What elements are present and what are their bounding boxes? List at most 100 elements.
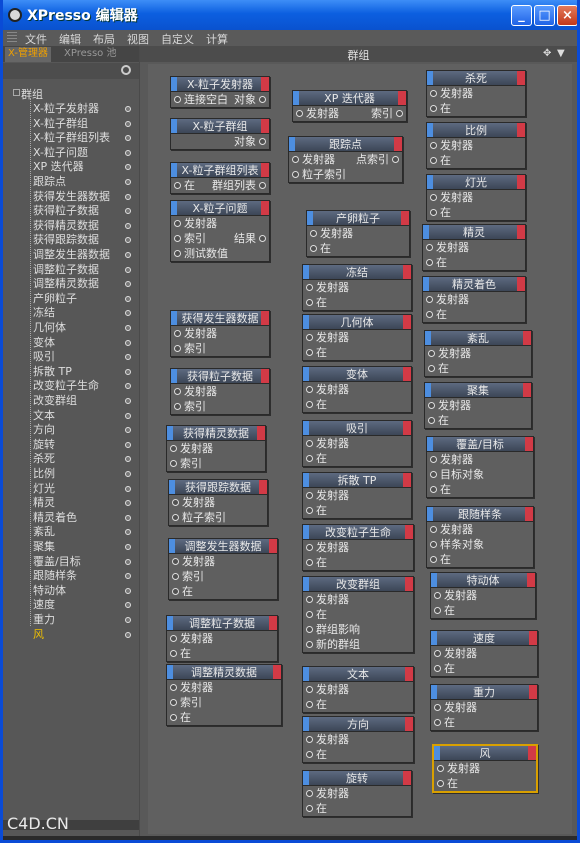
input-port-icon[interactable] bbox=[434, 665, 441, 672]
visibility-dot-icon[interactable] bbox=[125, 558, 131, 565]
visibility-dot-icon[interactable] bbox=[125, 471, 131, 477]
xpresso-node[interactable]: 旋转 发射器在 bbox=[302, 770, 412, 817]
tree-item[interactable]: 获得粒子数据 bbox=[3, 204, 139, 218]
visibility-dot-icon[interactable] bbox=[125, 149, 131, 156]
tree-item[interactable]: X-粒子群组列表 bbox=[3, 131, 139, 145]
node-header[interactable]: 改变粒子生命 bbox=[303, 525, 413, 540]
maximize-button[interactable]: □ bbox=[534, 5, 555, 26]
input-port-icon[interactable] bbox=[428, 402, 435, 409]
output-port-tab-icon[interactable] bbox=[525, 437, 533, 451]
search-icon[interactable] bbox=[121, 65, 131, 75]
output-port-icon[interactable] bbox=[396, 110, 403, 117]
output-port-tab-icon[interactable] bbox=[517, 175, 525, 189]
input-port-icon[interactable] bbox=[310, 245, 317, 252]
output-port-tab-icon[interactable] bbox=[529, 685, 537, 699]
output-port-tab-icon[interactable] bbox=[261, 311, 269, 325]
node-header[interactable]: 调整粒子数据 bbox=[167, 616, 277, 631]
xpresso-node[interactable]: 跟踪点 发射器 点索引 粒子索引 bbox=[288, 136, 403, 183]
minimize-button[interactable]: _ bbox=[511, 5, 532, 26]
tree-item[interactable]: X-粒子群组 bbox=[3, 117, 139, 131]
input-port-icon[interactable] bbox=[306, 401, 313, 408]
tree-root-group[interactable]: 群组 bbox=[3, 88, 139, 102]
input-port-icon[interactable] bbox=[170, 650, 177, 657]
input-port-icon[interactable] bbox=[430, 157, 437, 164]
input-port-tab-icon[interactable] bbox=[303, 367, 309, 381]
node-header[interactable]: 拆散 TP bbox=[303, 473, 411, 488]
visibility-dot-icon[interactable] bbox=[125, 398, 131, 404]
tree-item[interactable]: X-粒子问题 bbox=[3, 146, 139, 160]
input-port-icon[interactable] bbox=[306, 641, 313, 648]
output-port-tab-icon[interactable] bbox=[403, 421, 411, 435]
input-port-tab-icon[interactable] bbox=[303, 577, 309, 591]
output-port-tab-icon[interactable] bbox=[403, 315, 411, 329]
xpresso-node[interactable]: X-粒子群组 对象 bbox=[170, 118, 270, 150]
xpresso-node[interactable]: 吸引 发射器在 bbox=[302, 420, 412, 467]
input-port-icon[interactable] bbox=[306, 751, 313, 758]
visibility-dot-icon[interactable] bbox=[125, 354, 131, 361]
tree-item[interactable]: 方向 bbox=[3, 423, 139, 437]
visibility-dot-icon[interactable] bbox=[125, 208, 131, 215]
visibility-dot-icon[interactable] bbox=[125, 281, 131, 288]
input-port-icon[interactable] bbox=[306, 790, 313, 797]
output-port-tab-icon[interactable] bbox=[394, 137, 402, 151]
node-header[interactable]: 灯光 bbox=[427, 175, 525, 190]
input-port-icon[interactable] bbox=[428, 417, 435, 424]
xpresso-node[interactable]: 调整粒子数据 发射器在 bbox=[166, 615, 278, 662]
input-port-icon[interactable] bbox=[174, 403, 181, 410]
input-port-icon[interactable] bbox=[306, 440, 313, 447]
visibility-dot-icon[interactable] bbox=[125, 631, 131, 638]
node-header[interactable]: 精灵着色 bbox=[423, 277, 525, 292]
input-port-tab-icon[interactable] bbox=[423, 225, 429, 239]
menu-file[interactable]: 文件 bbox=[25, 31, 47, 47]
input-port-tab-icon[interactable] bbox=[169, 539, 175, 553]
input-port-icon[interactable] bbox=[170, 635, 177, 642]
xpresso-node[interactable]: 覆盖/目标 发射器 目标对象在 bbox=[426, 436, 534, 498]
tree-item[interactable]: 变体 bbox=[3, 336, 139, 350]
input-port-icon[interactable] bbox=[306, 805, 313, 812]
input-port-tab-icon[interactable] bbox=[427, 507, 433, 521]
input-port-icon[interactable] bbox=[434, 719, 441, 726]
tree-item[interactable]: 调整精灵数据 bbox=[3, 277, 139, 291]
input-port-icon[interactable] bbox=[437, 765, 444, 772]
xpresso-node[interactable]: 调整发生器数据 发射器 索引在 bbox=[168, 538, 278, 600]
node-header[interactable]: 调整发生器数据 bbox=[169, 539, 277, 554]
tree-item[interactable]: 精灵 bbox=[3, 496, 139, 510]
xpresso-node[interactable]: X-粒子群组列表在 群组列表 bbox=[170, 162, 270, 194]
visibility-dot-icon[interactable] bbox=[125, 427, 131, 434]
tree-item[interactable]: 跟踪点 bbox=[3, 175, 139, 189]
xpresso-node[interactable]: XP 迭代器 发射器 索引 bbox=[292, 90, 407, 122]
output-port-tab-icon[interactable] bbox=[269, 616, 277, 630]
input-port-tab-icon[interactable] bbox=[167, 665, 173, 679]
input-port-icon[interactable] bbox=[292, 171, 299, 178]
output-port-tab-icon[interactable] bbox=[261, 119, 269, 133]
input-port-icon[interactable] bbox=[434, 607, 441, 614]
node-header[interactable]: 变体 bbox=[303, 367, 411, 382]
tree-item[interactable]: 比例 bbox=[3, 467, 139, 481]
node-header[interactable]: 跟随样条 bbox=[427, 507, 533, 522]
input-port-tab-icon[interactable] bbox=[171, 163, 177, 177]
input-port-icon[interactable] bbox=[430, 526, 437, 533]
output-port-tab-icon[interactable] bbox=[517, 277, 525, 291]
tree-item[interactable]: 获得精灵数据 bbox=[3, 219, 139, 233]
tree-item[interactable]: 旋转 bbox=[3, 438, 139, 452]
input-port-icon[interactable] bbox=[426, 311, 433, 318]
node-header[interactable]: XP 迭代器 bbox=[293, 91, 406, 106]
xpresso-node[interactable]: X-粒子发射器 连接空白 对象 bbox=[170, 76, 270, 108]
tree-item[interactable]: 重力 bbox=[3, 613, 139, 627]
xpresso-node[interactable]: 获得精灵数据 发射器 索引 bbox=[166, 425, 266, 472]
xpresso-node[interactable]: 灯光 发射器在 bbox=[426, 174, 526, 221]
xpresso-node[interactable]: 获得跟踪数据 发射器 粒子索引 bbox=[168, 479, 268, 526]
xpresso-node[interactable]: 拆散 TP 发射器在 bbox=[302, 472, 412, 519]
node-header[interactable]: 跟踪点 bbox=[289, 137, 402, 152]
input-port-icon[interactable] bbox=[174, 250, 181, 257]
output-port-tab-icon[interactable] bbox=[405, 577, 413, 591]
tree-item[interactable]: 覆盖/目标 bbox=[3, 555, 139, 569]
xpresso-node[interactable]: 获得发生器数据 发射器 索引 bbox=[170, 310, 270, 357]
input-port-tab-icon[interactable] bbox=[293, 91, 299, 105]
tab-x-manager[interactable]: X-管理器 bbox=[5, 47, 51, 62]
xpresso-node[interactable]: 改变粒子生命 发射器在 bbox=[302, 524, 414, 571]
tree-item[interactable]: 文本 bbox=[3, 409, 139, 423]
output-port-tab-icon[interactable] bbox=[405, 717, 413, 731]
menu-layout[interactable]: 布局 bbox=[93, 31, 115, 47]
menu-custom[interactable]: 自定义 bbox=[161, 31, 194, 47]
